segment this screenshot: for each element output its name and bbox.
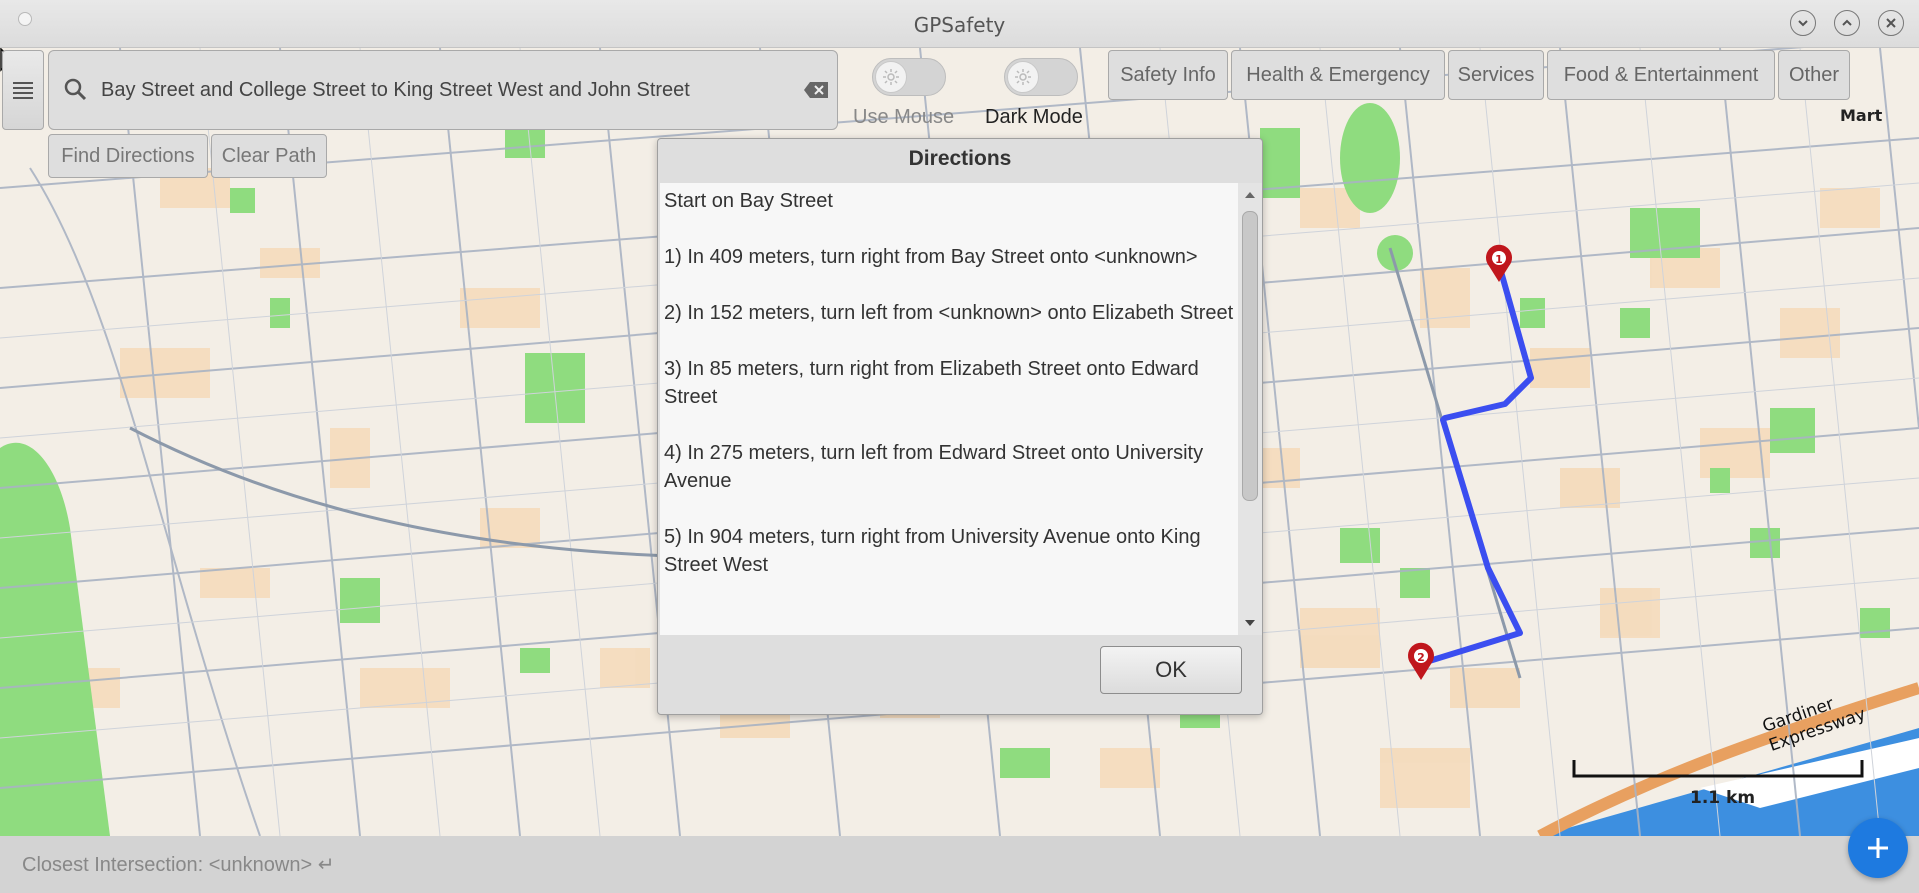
close-button[interactable] [1878,10,1904,36]
use-mouse-label: Use Mouse [853,106,955,128]
sun-icon [1015,69,1031,85]
dark-mode-label: Dark Mode [985,106,1083,128]
clear-path-button[interactable]: Clear Path [211,134,327,178]
find-directions-button[interactable]: Find Directions [48,134,208,178]
direction-step: 5) In 904 meters, turn right from Univer… [664,526,1201,576]
hamburger-menu-button[interactable] [2,50,44,130]
dark-mode-toggle[interactable] [1004,58,1078,96]
scroll-down-icon[interactable] [1238,615,1262,631]
poi-label: Mart [1840,106,1883,125]
food-entertainment-button[interactable]: Food & Entertainment [1547,50,1775,100]
use-mouse-toggle[interactable] [872,58,946,96]
closest-intersection-label: Closest Intersection: <unknown> ↵ [22,854,335,876]
direction-step: 4) In 275 meters, turn left from Edward … [664,442,1204,492]
end-marker[interactable]: 2 [1408,642,1434,680]
clear-text-icon[interactable] [803,81,829,99]
direction-step: 1) In 409 meters, turn right from Bay St… [664,246,1198,268]
ok-button[interactable]: OK [1100,646,1242,694]
maximize-button[interactable] [1834,10,1860,36]
direction-step: Start on Bay Street [664,190,833,212]
direction-step: 3) In 85 meters, turn right from Elizabe… [664,358,1199,408]
add-button[interactable] [1848,818,1908,878]
start-marker[interactable]: 1 [1486,244,1512,282]
close-icon [1886,18,1896,28]
dialog-title: Directions [908,147,1012,170]
scroll-thumb[interactable] [1242,211,1258,501]
toggle-knob [1007,61,1039,93]
toggle-knob [875,61,907,93]
direction-step: 2) In 152 meters, turn left from <unknow… [664,302,1234,324]
directions-scrollbar[interactable] [1238,183,1262,635]
plus-icon [1868,838,1888,858]
directions-text[interactable]: Start on Bay Street 1) In 409 meters, tu… [660,183,1238,635]
scroll-up-icon[interactable] [1238,187,1262,203]
menu-icon [13,82,33,99]
other-button[interactable]: Other [1778,50,1850,100]
start-marker-label: 1 [1495,253,1503,266]
safety-info-button[interactable]: Safety Info [1108,50,1228,100]
search-icon [64,78,87,101]
chevron-down-icon [1798,20,1808,27]
directions-dialog: Directions Start on Bay Street 1) In 409… [657,138,1263,715]
search-bar[interactable]: Bay Street and College Street to King St… [48,50,838,130]
minimize-button[interactable] [1790,10,1816,36]
window-title: GPSafety [913,13,1006,37]
health-emergency-button[interactable]: Health & Emergency [1231,50,1445,100]
end-marker-label: 2 [1417,651,1425,664]
title-bar: GPSafety [0,0,1919,48]
sun-icon [883,69,899,85]
services-button[interactable]: Services [1448,50,1544,100]
chevron-up-icon [1842,19,1852,26]
search-input[interactable]: Bay Street and College Street to King St… [101,79,690,102]
status-bar: Closest Intersection: <unknown> ↵ [0,836,1919,893]
scale-label: 1.1 km [1690,788,1756,808]
